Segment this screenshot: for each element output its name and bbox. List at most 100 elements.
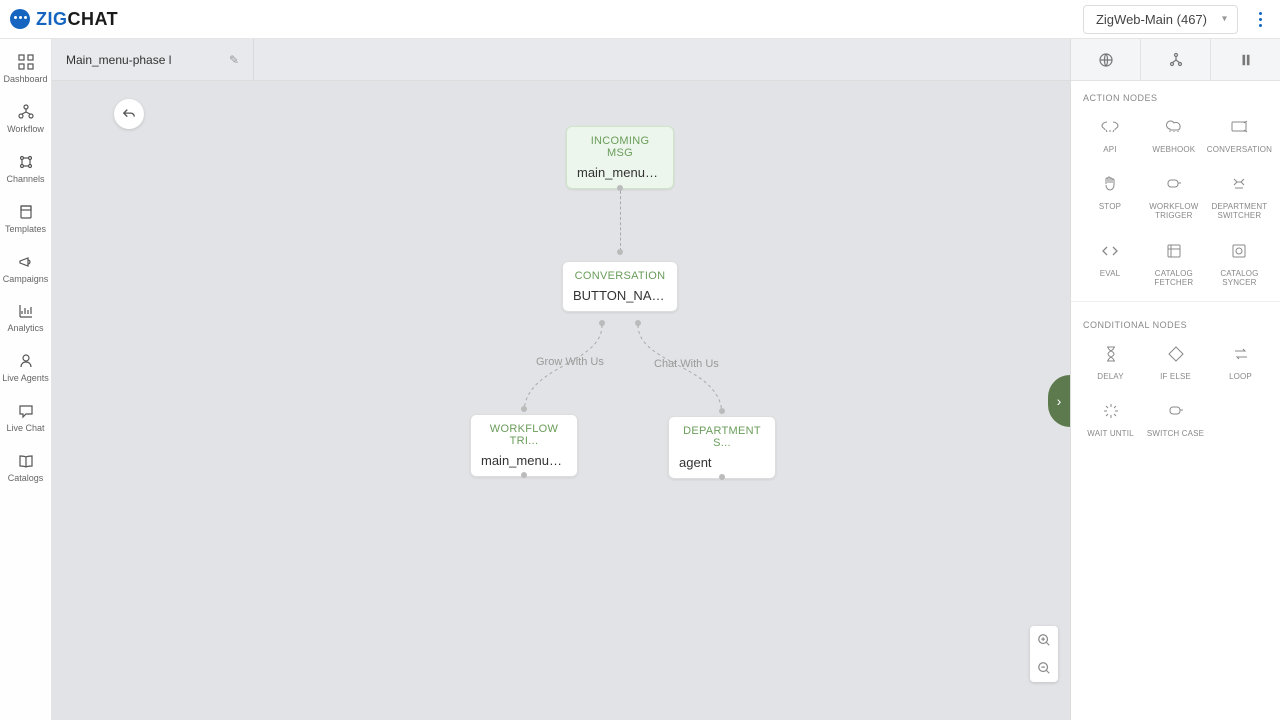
node-incoming-msg[interactable]: INCOMING MSG main_menu_bu... — [566, 126, 674, 189]
node-title: main_menu_op... — [481, 453, 567, 468]
chat-icon — [17, 402, 35, 420]
palette-stop[interactable]: STOP — [1079, 168, 1141, 224]
palette-label: CATALOG SYNCER — [1207, 269, 1272, 287]
connector-dot — [521, 472, 527, 478]
canvas-area: Main_menu-phase l ✎ INCOMING MSG main_me… — [52, 39, 1070, 720]
divider — [1071, 301, 1280, 302]
fetch-icon — [1162, 239, 1186, 263]
palette-catalog-fetcher[interactable]: CATALOG FETCHER — [1143, 235, 1205, 291]
node-title: main_menu_bu... — [577, 165, 663, 180]
connector-curve — [636, 325, 736, 417]
palette-webhook[interactable]: WEBHOOK — [1143, 111, 1205, 158]
more-menu-button[interactable] — [1250, 12, 1270, 27]
sidebar-item-templates[interactable]: Templates — [0, 203, 51, 235]
connector-dot — [719, 474, 725, 480]
undo-button[interactable] — [114, 99, 144, 129]
node-title: BUTTON_NAME — [573, 288, 667, 303]
logo-mark-icon — [10, 9, 30, 29]
branch-label: Chat With Us — [650, 358, 723, 370]
connector-dot — [617, 249, 623, 255]
trigger-icon — [1162, 172, 1186, 196]
palette-workflow-trigger[interactable]: WORKFLOW TRIGGER — [1143, 168, 1205, 224]
palette-if-else[interactable]: IF ELSE — [1144, 338, 1207, 385]
workflow-canvas[interactable]: INCOMING MSG main_menu_bu... CONVERSATIO… — [52, 81, 1070, 720]
node-title: agent — [679, 455, 765, 470]
user-icon — [17, 352, 35, 370]
project-name: ZigWeb-Main (467) — [1096, 12, 1207, 27]
conditional-nodes-section: CONDITIONAL NODES DELAY IF ELSE LOOP WAI… — [1071, 308, 1280, 446]
hand-icon — [1098, 172, 1122, 196]
palette-eval[interactable]: EVAL — [1079, 235, 1141, 291]
switch-icon — [1227, 172, 1251, 196]
sidebar-item-dashboard[interactable]: Dashboard — [0, 53, 51, 85]
node-workflow-trigger[interactable]: WORKFLOW TRI... main_menu_op... — [470, 414, 578, 477]
palette-label: CONVERSATION — [1207, 145, 1272, 154]
node-type-label: INCOMING MSG — [577, 135, 663, 159]
api-icon — [1098, 115, 1122, 139]
palette-department-switcher[interactable]: DEPARTMENT SWITCHER — [1207, 168, 1272, 224]
panel-toolbar — [1071, 39, 1280, 81]
palette-wait-until[interactable]: WAIT UNTIL — [1079, 395, 1142, 442]
code-icon — [1098, 239, 1122, 263]
palette-catalog-syncer[interactable]: CATALOG SYNCER — [1207, 235, 1272, 291]
node-type-label: WORKFLOW TRI... — [481, 423, 567, 447]
sidebar-item-analytics[interactable]: Analytics — [0, 302, 51, 334]
panel-collapse-button[interactable]: › — [1048, 375, 1070, 427]
brand-text: ZIGCHAT — [36, 9, 118, 30]
palette-delay[interactable]: DELAY — [1079, 338, 1142, 385]
sidebar-item-label: Campaigns — [3, 275, 49, 285]
channels-icon — [17, 153, 35, 171]
palette-label: STOP — [1099, 202, 1121, 211]
sidebar-item-live-agents[interactable]: Live Agents — [0, 352, 51, 384]
section-heading: ACTION NODES — [1079, 93, 1272, 111]
workflow-name-field[interactable]: Main_menu-phase l ✎ — [52, 39, 254, 80]
palette-loop[interactable]: LOOP — [1209, 338, 1272, 385]
megaphone-icon — [17, 253, 35, 271]
chevron-down-icon: ▾ — [1222, 14, 1227, 25]
palette-label: API — [1103, 145, 1116, 154]
cloud-icon — [1162, 115, 1186, 139]
palette-label: LOOP — [1229, 372, 1252, 381]
globe-button[interactable] — [1071, 39, 1141, 80]
project-select[interactable]: ZigWeb-Main (467) ▾ — [1083, 5, 1238, 34]
chart-icon — [17, 302, 35, 320]
sidebar-item-label: Templates — [5, 225, 46, 235]
palette-api[interactable]: API — [1079, 111, 1141, 158]
sidebar-item-catalogs[interactable]: Catalogs — [0, 452, 51, 484]
switch-case-icon — [1164, 399, 1188, 423]
header-right: ZigWeb-Main (467) ▾ — [1083, 5, 1270, 34]
node-type-label: DEPARTMENT S... — [679, 425, 765, 449]
sidebar-item-campaigns[interactable]: Campaigns — [0, 253, 51, 285]
palette-label: DEPARTMENT SWITCHER — [1207, 202, 1272, 220]
palette-label: EVAL — [1100, 269, 1120, 278]
palette-label: CATALOG FETCHER — [1143, 269, 1205, 287]
node-department-switcher[interactable]: DEPARTMENT S... agent — [668, 416, 776, 479]
sidebar-item-channels[interactable]: Channels — [0, 153, 51, 185]
palette-conversation[interactable]: CONVERSATION — [1207, 111, 1272, 158]
sidebar-item-live-chat[interactable]: Live Chat — [0, 402, 51, 434]
palette-label: DELAY — [1097, 372, 1123, 381]
node-conversation[interactable]: CONVERSATION BUTTON_NAME — [562, 261, 678, 312]
sidebar-item-label: Analytics — [7, 324, 43, 334]
hourglass-icon — [1099, 342, 1123, 366]
action-nodes-section: ACTION NODES API WEBHOOK CONVERSATION ST… — [1071, 81, 1280, 295]
loop-icon — [1229, 342, 1253, 366]
connector-line — [620, 191, 621, 251]
edit-icon[interactable]: ✎ — [229, 53, 239, 67]
sidebar-item-label: Dashboard — [3, 75, 47, 85]
sidebar-item-label: Live Agents — [2, 374, 49, 384]
palette-label: WEBHOOK — [1152, 145, 1195, 154]
node-type-label: CONVERSATION — [573, 270, 667, 282]
zoom-out-button[interactable] — [1030, 654, 1058, 682]
palette-switch-case[interactable]: SWITCH CASE — [1144, 395, 1207, 442]
zoom-in-button[interactable] — [1030, 626, 1058, 654]
hierarchy-button[interactable] — [1141, 39, 1211, 80]
sidebar-item-workflow[interactable]: Workflow — [0, 103, 51, 135]
brand-logo: ZIGCHAT — [10, 9, 118, 30]
brand-first: ZIG — [36, 9, 68, 29]
pause-button[interactable] — [1211, 39, 1280, 80]
palette-label: WORKFLOW TRIGGER — [1143, 202, 1205, 220]
app-header: ZIGCHAT ZigWeb-Main (467) ▾ — [0, 0, 1280, 39]
sidebar-nav: Dashboard Workflow Channels Templates Ca… — [0, 39, 52, 720]
palette-label: SWITCH CASE — [1147, 429, 1204, 438]
